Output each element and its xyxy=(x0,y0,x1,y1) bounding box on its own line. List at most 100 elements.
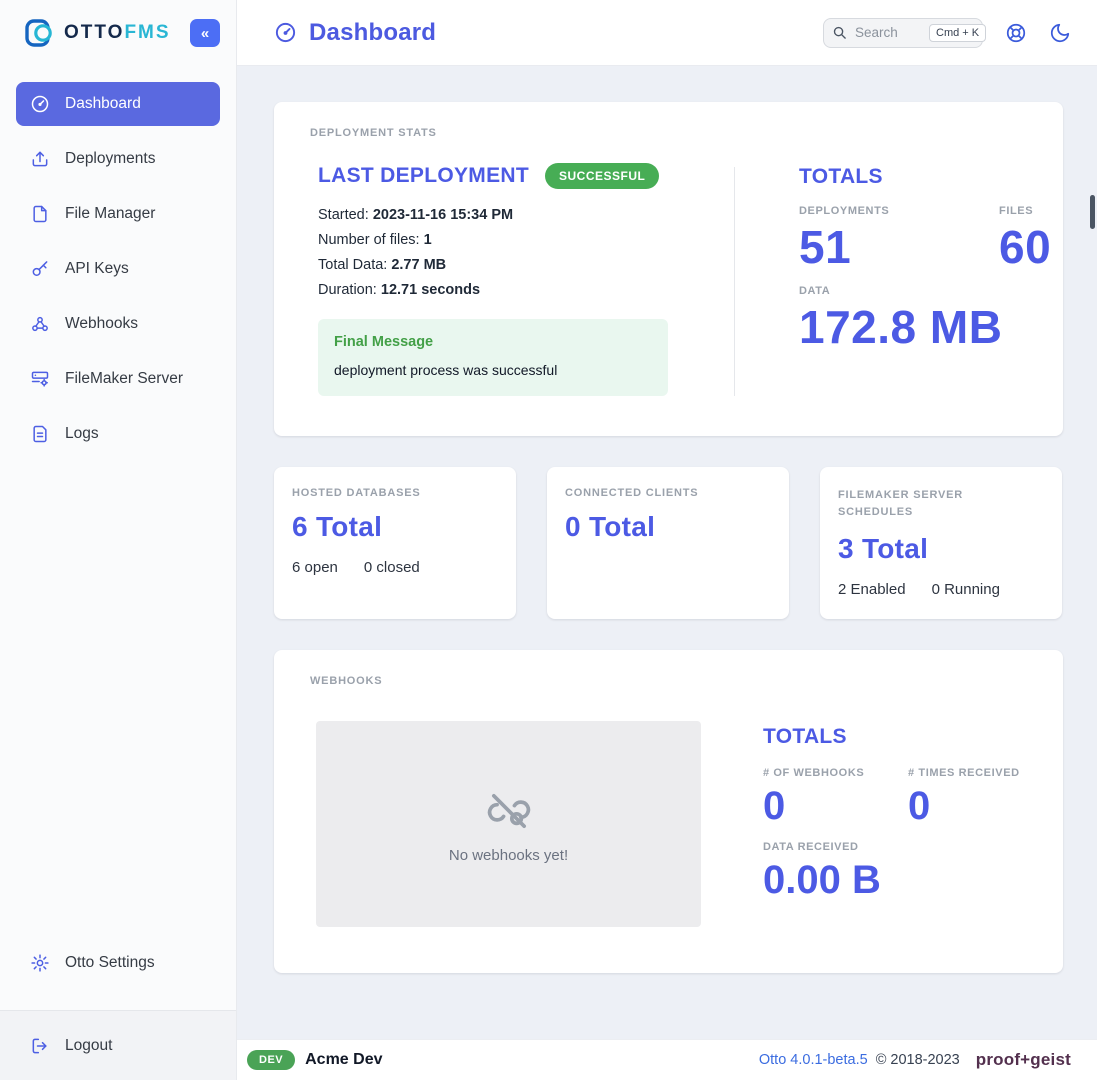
sidebar-collapse-button[interactable]: « xyxy=(190,19,220,47)
deployment-detail-row: Number of files: 1 xyxy=(318,230,700,251)
connected-clients-card: CONNECTED CLIENTS 0 Total xyxy=(547,467,789,619)
hosted-databases-card: HOSTED DATABASES 6 Total 6 open 0 closed xyxy=(274,467,516,619)
topbar: Dashboard Cmd + K xyxy=(237,0,1097,66)
detail-value: 2.77 MB xyxy=(391,257,446,273)
webhook-data-label: DATA RECEIVED xyxy=(763,841,1020,853)
dark-mode-moon-icon[interactable] xyxy=(1049,22,1071,44)
connected-clients-total: 0 Total xyxy=(565,511,771,543)
detail-value: 12.71 seconds xyxy=(381,282,480,298)
ottofms-logo-icon xyxy=(24,17,56,49)
sidebar-item-file-manager[interactable]: File Manager xyxy=(16,192,220,236)
sidebar-item-logs[interactable]: Logs xyxy=(16,412,220,456)
app-window: OTTOFMS « Dashboard Deployments xyxy=(0,0,1097,1080)
dashboard-title-icon xyxy=(274,21,297,44)
sidebar-nav: Dashboard Deployments File Manager xyxy=(0,66,236,467)
totals-data-label: DATA xyxy=(799,285,1051,297)
enabled-count: 2 Enabled xyxy=(838,581,906,598)
support-icon[interactable] xyxy=(1005,22,1027,44)
totals-files-label: FILES xyxy=(999,205,1051,217)
sidebar-item-webhooks[interactable]: Webhooks xyxy=(16,302,220,346)
logout-icon xyxy=(30,1036,50,1056)
detail-value: 1 xyxy=(424,232,432,248)
webhook-count-label: # OF WEBHOOKS xyxy=(763,767,908,779)
last-deployment-title: LAST DEPLOYMENT xyxy=(318,164,529,188)
topbar-right: Cmd + K xyxy=(823,18,1071,48)
sidebar-item-otto-settings[interactable]: Otto Settings xyxy=(16,941,220,985)
totals-files-value: 60 xyxy=(999,223,1051,271)
final-message-body: deployment process was successful xyxy=(334,362,652,378)
page-title: Dashboard xyxy=(309,19,436,47)
gear-icon xyxy=(30,953,50,973)
open-count: 6 open xyxy=(292,559,338,576)
detail-label: Total Data: xyxy=(318,257,391,273)
detail-value: 2023-11-16 15:34 PM xyxy=(373,207,513,223)
search-box[interactable]: Cmd + K xyxy=(823,18,983,48)
totals-data-value: 172.8 MB xyxy=(799,303,1051,351)
logo-otto: OTTO xyxy=(64,22,124,43)
sidebar-item-label: Webhooks xyxy=(65,315,138,333)
proofgeist-logo: proof+geist xyxy=(976,1050,1071,1070)
logout-button[interactable]: Logout xyxy=(16,1024,220,1068)
webhooks-label: WEBHOOKS xyxy=(310,675,1023,687)
sidebar-item-api-keys[interactable]: API Keys xyxy=(16,247,220,291)
search-shortcut-kbd: Cmd + K xyxy=(929,24,986,42)
hosted-databases-sub: 6 open 0 closed xyxy=(292,559,498,576)
totals-column: TOTALS DEPLOYMENTS 51 FILES 60 D xyxy=(735,163,1051,396)
sidebar-item-filemaker-server[interactable]: FileMaker Server xyxy=(16,357,220,401)
hosted-databases-label: HOSTED DATABASES xyxy=(292,487,498,499)
sidebar-item-label: API Keys xyxy=(65,260,129,278)
dashboard-icon xyxy=(30,94,50,114)
webhooks-empty-state: No webhooks yet! xyxy=(316,721,701,927)
sidebar-item-label: Otto Settings xyxy=(65,954,155,972)
webhooks-card: WEBHOOKS No webhooks yet! TOTALS xyxy=(274,650,1063,973)
webhooks-totals-grid: # OF WEBHOOKS 0 # TIMES RECEIVED 0 DATA … xyxy=(763,767,1020,901)
closed-count: 0 closed xyxy=(364,559,420,576)
last-deployment-column: LAST DEPLOYMENT SUCCESSFUL Started: 2023… xyxy=(310,163,700,396)
logout-label: Logout xyxy=(65,1037,112,1055)
deployment-stats-label: DEPLOYMENT STATS xyxy=(310,127,1023,139)
deployment-status-badge: SUCCESSFUL xyxy=(545,163,659,189)
last-deployment-header: LAST DEPLOYMENT SUCCESSFUL xyxy=(318,163,700,189)
fms-schedules-sub: 2 Enabled 0 Running xyxy=(838,581,1044,598)
page-title-group: Dashboard xyxy=(274,19,436,47)
webhook-received-value: 0 xyxy=(908,785,1020,827)
webhook-count-value: 0 xyxy=(763,785,908,827)
deployment-details: Started: 2023-11-16 15:34 PM Number of f… xyxy=(318,205,700,301)
webhook-data-value: 0.00 B xyxy=(763,859,1020,901)
deployment-detail-row: Started: 2023-11-16 15:34 PM xyxy=(318,205,700,226)
webhooks-empty-message: No webhooks yet! xyxy=(449,847,568,864)
footer: DEV Acme Dev Otto 4.0.1-beta.5 © 2018-20… xyxy=(237,1039,1097,1080)
final-message-box: Final Message deployment process was suc… xyxy=(318,319,668,396)
webhooks-totals-title: TOTALS xyxy=(763,725,1020,749)
deployment-columns: LAST DEPLOYMENT SUCCESSFUL Started: 2023… xyxy=(310,163,1023,396)
sidebar-item-label: Dashboard xyxy=(65,95,141,113)
version-link[interactable]: Otto 4.0.1-beta.5 xyxy=(759,1052,868,1068)
totals-deployments: DEPLOYMENTS 51 xyxy=(799,205,999,271)
main-area: Dashboard Cmd + K xyxy=(237,0,1097,1080)
sidebar-bottom: Logout xyxy=(0,1010,236,1080)
connected-clients-label: CONNECTED CLIENTS xyxy=(565,487,771,499)
detail-label: Duration: xyxy=(318,282,381,298)
running-count: 0 Running xyxy=(932,581,1000,598)
sidebar: OTTOFMS « Dashboard Deployments xyxy=(0,0,237,1080)
scrollbar-thumb[interactable] xyxy=(1090,195,1095,229)
deployment-detail-row: Duration: 12.71 seconds xyxy=(318,280,700,301)
logs-icon xyxy=(30,424,50,444)
file-icon xyxy=(30,204,50,224)
sidebar-item-label: Deployments xyxy=(65,150,155,168)
search-input[interactable] xyxy=(853,24,923,41)
key-icon xyxy=(30,259,50,279)
webhook-received: # TIMES RECEIVED 0 xyxy=(908,767,1020,827)
dashboard-content: DEPLOYMENT STATS LAST DEPLOYMENT SUCCESS… xyxy=(237,66,1097,1039)
sidebar-item-dashboard[interactable]: Dashboard xyxy=(16,82,220,126)
copyright-text: © 2018-2023 xyxy=(876,1052,960,1068)
webhooks-totals-column: TOTALS # OF WEBHOOKS 0 # TIMES RECEIVED … xyxy=(701,721,1020,927)
environment-badge: DEV xyxy=(247,1050,295,1070)
logo-fms: FMS xyxy=(124,22,170,43)
sidebar-item-deployments[interactable]: Deployments xyxy=(16,137,220,181)
sidebar-spacer xyxy=(0,467,236,941)
app-logo-text: OTTOFMS xyxy=(64,22,171,44)
webhook-received-label: # TIMES RECEIVED xyxy=(908,767,1020,779)
webhook-icon xyxy=(30,314,50,334)
deployment-stats-card: DEPLOYMENT STATS LAST DEPLOYMENT SUCCESS… xyxy=(274,102,1063,436)
